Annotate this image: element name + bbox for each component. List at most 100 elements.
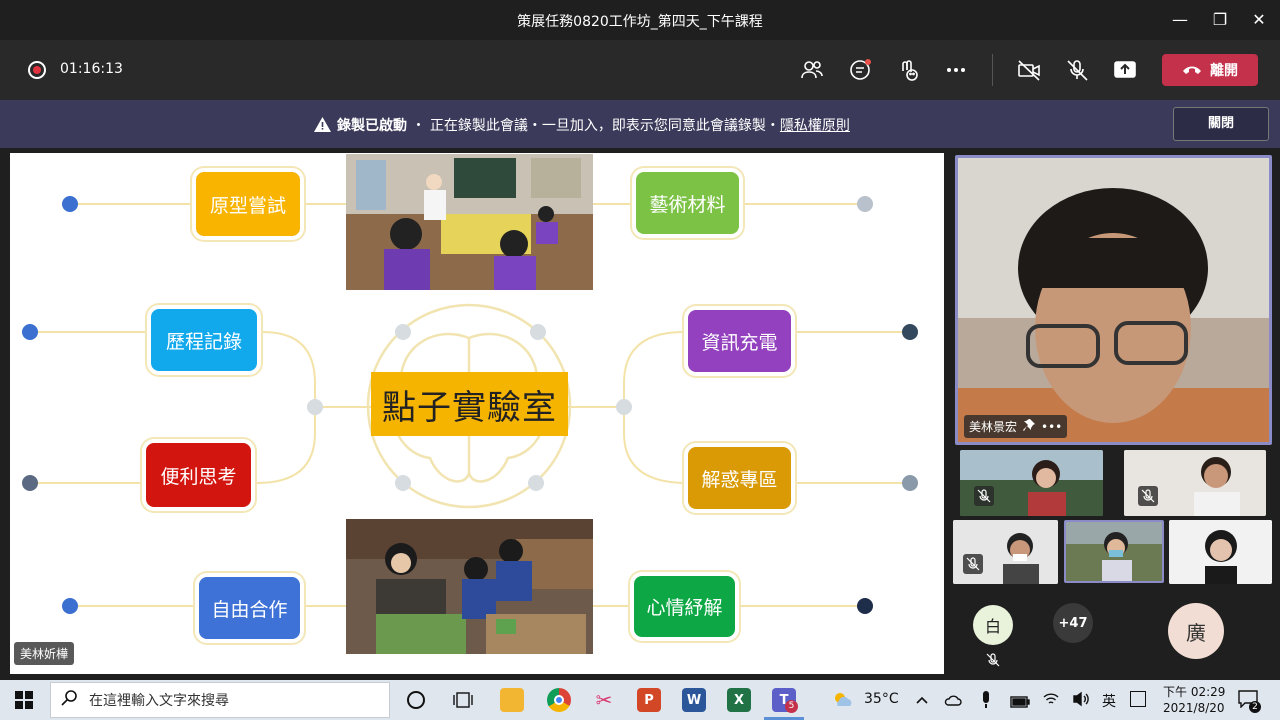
avatar-white[interactable]: 白: [973, 605, 1013, 645]
onedrive-icon[interactable]: [944, 692, 962, 711]
recording-consent-text: 正在錄製此會議・一旦加入，即表示您同意此會議錄製・: [429, 118, 780, 134]
microphone-tray-icon[interactable]: [981, 691, 991, 713]
box-prototype: 原型嘗試: [196, 172, 300, 236]
participants-icon[interactable]: [799, 57, 825, 83]
chrome-icon[interactable]: [547, 688, 571, 712]
avatar-guang[interactable]: 廣: [1168, 603, 1224, 659]
share-screen-icon[interactable]: [1112, 57, 1138, 83]
notification-count: 2: [1249, 701, 1261, 713]
box-process-record: 歷程記錄: [151, 309, 257, 371]
pinned-video-tile[interactable]: 美林景宏 •••: [955, 155, 1272, 445]
participant-video: [1169, 520, 1272, 584]
meeting-timer: 01:16:13: [60, 61, 123, 77]
cortana-icon[interactable]: [407, 691, 425, 709]
wifi-icon[interactable]: [1043, 691, 1059, 711]
task-view-icon[interactable]: [452, 690, 474, 714]
tray-chevron-icon[interactable]: [915, 692, 929, 711]
box-convenient-thinking-label: 便利思考: [160, 465, 237, 488]
weather-temp: 35°C: [864, 691, 899, 707]
mic-off-icon[interactable]: [1064, 57, 1090, 83]
shared-screen-slide: 原型嘗試 歷程記錄 便利思考 自由合作 藝術材料 資訊充電 解惑專區 心情紓解 …: [10, 153, 944, 674]
battery-icon[interactable]: [1010, 693, 1030, 712]
mic-muted-icon: [974, 486, 994, 506]
center-title-box: 點子實驗室: [371, 372, 568, 436]
video-tile-5[interactable]: [1169, 520, 1272, 584]
reactions-icon[interactable]: [895, 57, 921, 83]
banner-close-button[interactable]: 關閉: [1173, 107, 1269, 141]
box-art-material-label: 藝術材料: [649, 193, 726, 216]
weather-icon: [832, 690, 854, 714]
participant-video: [960, 450, 1103, 516]
participant-video: [1124, 450, 1266, 516]
box-info-charge: 資訊充電: [688, 310, 791, 372]
box-convenient-thinking: 便利思考: [146, 443, 251, 507]
taskbar-time[interactable]: 下午 02:29: [1163, 683, 1225, 700]
title-bar: 策展任務0820工作坊_第四天_下午課程 — ❐ ✕: [0, 0, 1280, 40]
box-art-material: 藝術材料: [636, 172, 739, 234]
box-problem-solving: 解惑專區: [688, 447, 791, 509]
box-problem-solving-label: 解惑專區: [701, 468, 778, 491]
banner-message: 錄製已啟動 ・ 正在錄製此會議・一旦加入，即表示您同意此會議錄製・隱私權原則: [314, 115, 850, 136]
chat-icon[interactable]: [847, 57, 873, 83]
privacy-policy-link[interactable]: 隱私權原則: [780, 118, 850, 134]
search-placeholder: 在這裡輸入文字來搜尋: [89, 693, 229, 709]
search-icon: [61, 690, 77, 710]
pinned-name-tag: 美林景宏 •••: [964, 415, 1068, 438]
classroom-photo-bottom: [346, 519, 593, 654]
participant-video: [958, 158, 1269, 442]
leave-label: 離開: [1210, 63, 1238, 79]
recording-banner: 錄製已啟動 ・ 正在錄製此會議・一旦加入，即表示您同意此會議錄製・隱私權原則 關…: [0, 100, 1280, 148]
box-free-cooperation-label: 自由合作: [211, 598, 288, 621]
box-mood-relief-label: 心情紓解: [646, 597, 723, 619]
taskbar-date[interactable]: 2021/8/20: [1163, 701, 1225, 715]
pinned-participant-name: 美林景宏: [969, 420, 1018, 434]
restore-button[interactable]: ❐: [1206, 6, 1234, 34]
participant-video: [953, 520, 1058, 584]
ime-mode-icon[interactable]: [1130, 691, 1146, 707]
taskbar-search[interactable]: 在這裡輸入文字來搜尋: [50, 682, 390, 718]
avatar-white-mic-muted-icon: [985, 652, 1001, 672]
slide-speaker-name: 美林妡樺: [14, 642, 75, 665]
mic-muted-icon: [963, 554, 983, 574]
word-icon[interactable]: W: [682, 688, 706, 712]
video-tile-2[interactable]: [1124, 450, 1266, 516]
recording-icon: [28, 61, 46, 79]
video-tile-1[interactable]: [960, 450, 1103, 516]
warning-icon: [314, 117, 331, 136]
windows-start-icon[interactable]: [15, 691, 33, 713]
windows-taskbar: 在這裡輸入文字來搜尋 ✂ P W X T 5 35°C 英 下午 02:29 2…: [0, 680, 1280, 720]
window-title: 策展任務0820工作坊_第四天_下午課程: [517, 14, 763, 30]
meeting-toolbar: 01:16:13 離開: [0, 40, 1280, 100]
hang-up-icon: [1183, 66, 1201, 74]
video-tile-active-speaker[interactable]: [1064, 520, 1164, 583]
excel-icon[interactable]: X: [727, 688, 751, 712]
more-participants-button[interactable]: +47: [1053, 603, 1093, 643]
video-tile-3[interactable]: [953, 520, 1058, 584]
box-process-record-label: 歷程記錄: [165, 330, 242, 353]
file-explorer-icon[interactable]: [500, 688, 524, 712]
powerpoint-icon[interactable]: P: [637, 688, 661, 712]
leave-button[interactable]: 離開: [1162, 54, 1258, 86]
more-options-icon[interactable]: [943, 57, 969, 83]
pin-icon: [1023, 419, 1036, 434]
tile-more-icon[interactable]: •••: [1041, 420, 1062, 434]
snipping-tool-icon[interactable]: ✂: [592, 688, 616, 712]
box-info-charge-label: 資訊充電: [701, 331, 778, 354]
teams-badge: 5: [785, 700, 798, 713]
box-free-cooperation: 自由合作: [199, 577, 300, 639]
mic-muted-icon: [1138, 486, 1158, 506]
ime-indicator[interactable]: 英: [1102, 691, 1116, 711]
minimize-button[interactable]: —: [1166, 6, 1194, 34]
toolbar-divider: [992, 54, 993, 86]
participant-video: [1066, 522, 1162, 581]
recording-started-label: 錄製已啟動: [337, 118, 407, 134]
close-window-button[interactable]: ✕: [1245, 6, 1273, 34]
camera-off-icon[interactable]: [1016, 57, 1042, 83]
avatar-white-initial: 白: [984, 617, 1001, 636]
classroom-photo-top: [346, 154, 593, 290]
box-prototype-label: 原型嘗試: [209, 194, 286, 217]
center-title: 點子實驗室: [382, 387, 557, 428]
volume-icon[interactable]: [1072, 691, 1090, 711]
more-participants-count: +47: [1058, 615, 1088, 631]
avatar-guang-initial: 廣: [1186, 620, 1206, 645]
